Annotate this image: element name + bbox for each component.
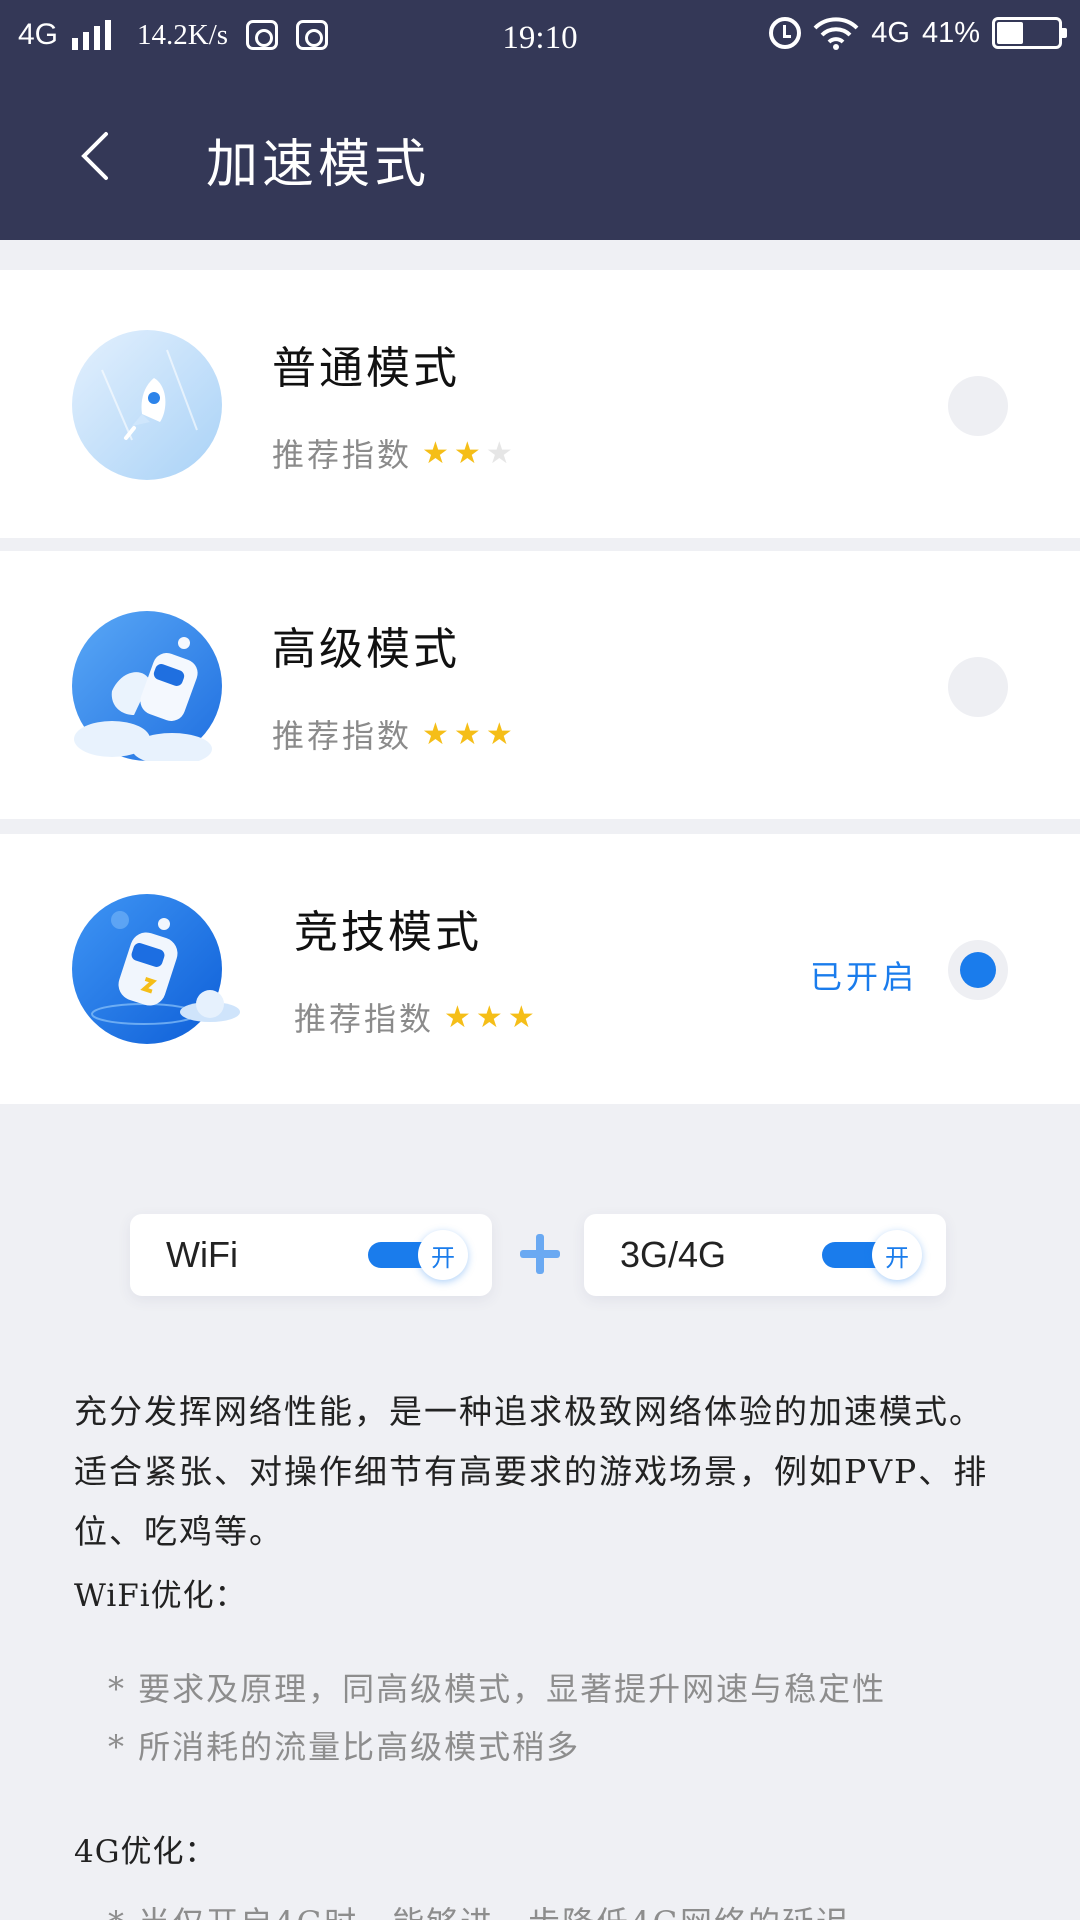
list-item: * 当仅开启4G时，能够进一步降低4G网络的延迟 bbox=[108, 1898, 850, 1920]
mode-status-badge: 已开启 bbox=[809, 958, 918, 996]
status-right: 4G 41% bbox=[769, 16, 1067, 50]
wifi-switch[interactable]: 开 bbox=[368, 1230, 468, 1280]
mode-radio[interactable] bbox=[948, 657, 1008, 717]
mode-radio-selected[interactable] bbox=[948, 940, 1008, 1000]
cellular-label: 3G/4G bbox=[620, 1234, 727, 1275]
recommend-row: 推荐指数 ★ ★ ★ bbox=[272, 430, 516, 476]
switch-knob: 开 bbox=[872, 1230, 922, 1280]
cellular-section-title: 4G优化： bbox=[74, 1834, 217, 1870]
star-icon: ★ bbox=[453, 716, 484, 752]
wifi-label: WiFi bbox=[166, 1234, 238, 1275]
mode-radio[interactable] bbox=[948, 376, 1008, 436]
mode-name: 普通模式 bbox=[272, 343, 460, 394]
star-empty-icon: ★ bbox=[485, 435, 516, 471]
mode-card-normal[interactable]: 普通模式 推荐指数 ★ ★ ★ bbox=[0, 270, 1080, 538]
plus-icon bbox=[520, 1234, 560, 1274]
cellular-switch[interactable]: 开 bbox=[822, 1230, 922, 1280]
app-header: 加速模式 bbox=[0, 78, 1080, 240]
star-icon: ★ bbox=[507, 999, 538, 1035]
mode-name: 竞技模式 bbox=[294, 907, 482, 958]
rating-stars: ★ ★ ★ bbox=[422, 717, 516, 752]
wifi-section-title: WiFi优化： bbox=[74, 1578, 247, 1614]
list-item: * 所消耗的流量比高级模式稍多 bbox=[108, 1728, 581, 1766]
robot-planet-icon bbox=[72, 894, 240, 1044]
cellular-toggle-card: 3G/4G 开 bbox=[584, 1214, 946, 1296]
wifi-bullet-list: * 要求及原理，同高级模式，显著提升网速与稳定性 * 所消耗的流量比高级模式稍多 bbox=[108, 1660, 886, 1776]
star-icon: ★ bbox=[422, 435, 452, 471]
star-icon: ★ bbox=[422, 716, 452, 752]
switch-knob: 开 bbox=[418, 1230, 468, 1280]
mode-name: 高级模式 bbox=[272, 624, 460, 675]
chevron-left-icon[interactable] bbox=[72, 126, 128, 186]
wifi-icon bbox=[813, 17, 859, 50]
mode-card-advanced[interactable]: 高级模式 推荐指数 ★ ★ ★ bbox=[0, 551, 1080, 819]
star-icon: ★ bbox=[475, 999, 506, 1035]
star-icon: ★ bbox=[485, 716, 516, 752]
wifi-toggle-card: WiFi 开 bbox=[130, 1214, 492, 1296]
star-icon: ★ bbox=[444, 999, 474, 1035]
network-type-right: 4G bbox=[871, 16, 910, 49]
list-item: * 要求及原理，同高级模式，显著提升网速与稳定性 bbox=[108, 1670, 887, 1708]
mode-card-competitive[interactable]: 竞技模式 推荐指数 ★ ★ ★ 已开启 bbox=[0, 834, 1080, 1104]
recommend-label: 推荐指数 bbox=[272, 436, 413, 474]
alarm-icon bbox=[769, 17, 802, 49]
battery-percent: 41% bbox=[921, 16, 980, 49]
rocket-icon bbox=[72, 330, 222, 480]
rating-stars: ★ ★ ★ bbox=[444, 1000, 538, 1035]
star-icon: ★ bbox=[453, 435, 484, 471]
battery-icon bbox=[992, 17, 1067, 49]
recommend-row: 推荐指数 ★ ★ ★ bbox=[272, 711, 516, 757]
rocket-robot-icon bbox=[72, 611, 222, 761]
recommend-label: 推荐指数 bbox=[272, 717, 413, 755]
recommend-label: 推荐指数 bbox=[294, 1000, 435, 1038]
status-bar: 4G 14.2K/s 19:10 4G 41% bbox=[0, 0, 1080, 78]
rating-stars: ★ ★ ★ bbox=[422, 436, 516, 471]
mode-description: 充分发挥网络性能，是一种追求极致网络体验的加速模式。适合紧张、对操作细节有高要求… bbox=[74, 1392, 989, 1551]
recommend-row: 推荐指数 ★ ★ ★ bbox=[294, 994, 538, 1040]
page-title: 加速模式 bbox=[206, 135, 431, 195]
